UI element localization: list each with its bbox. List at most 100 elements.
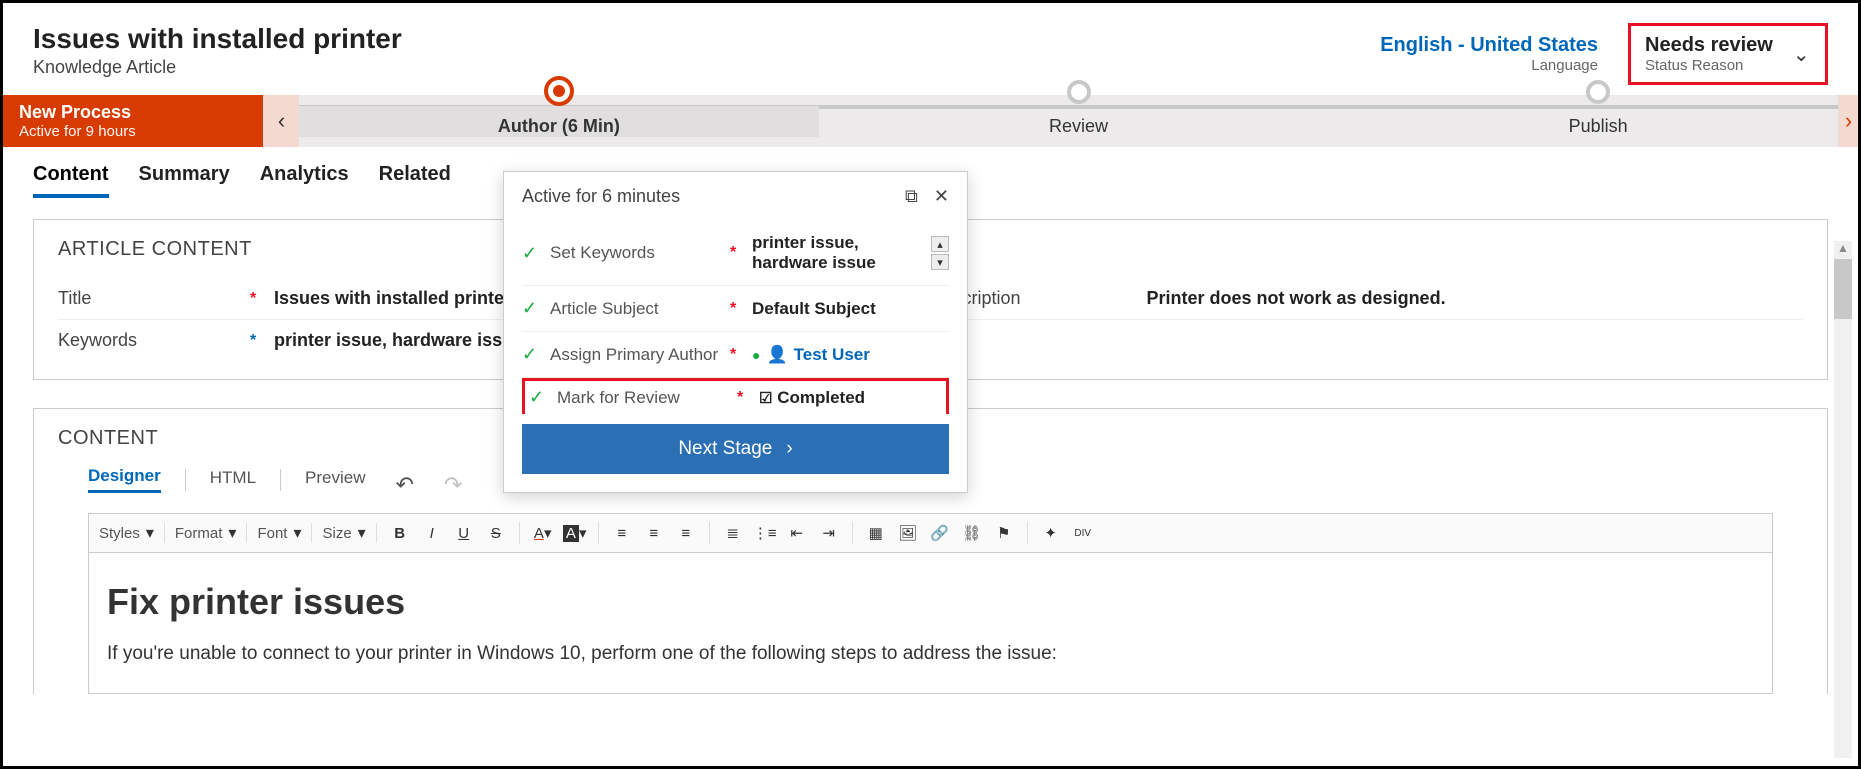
- page-header: Issues with installed printer Knowledge …: [3, 3, 1858, 95]
- editor-canvas[interactable]: Fix printer issues If you're unable to c…: [88, 553, 1773, 694]
- tab-related[interactable]: Related: [379, 163, 451, 198]
- scrollbar-thumb[interactable]: [1834, 259, 1852, 319]
- editor-tab-preview[interactable]: Preview: [305, 468, 365, 492]
- flyout-value-keywords[interactable]: printer issue, hardware issue: [752, 233, 921, 273]
- stage-author[interactable]: Author (6 Min): [299, 106, 819, 137]
- vertical-scrollbar[interactable]: ▲: [1834, 241, 1852, 758]
- embed-icon[interactable]: ✦: [1038, 520, 1064, 546]
- flyout-value-author[interactable]: ● 👤 Test User: [752, 345, 949, 365]
- process-scroll-right[interactable]: ›: [1838, 95, 1858, 147]
- flyout-label-subject: Article Subject: [550, 299, 720, 319]
- status-label: Status Reason: [1645, 57, 1773, 74]
- align-left-icon[interactable]: ≡: [609, 520, 635, 546]
- field-value-title[interactable]: Issues with installed printer: [274, 288, 511, 309]
- title-block: Issues with installed printer Knowledge …: [33, 23, 402, 78]
- flyout-value-subject[interactable]: Default Subject: [752, 299, 949, 319]
- bold-icon[interactable]: B: [387, 520, 413, 546]
- ordered-list-icon[interactable]: ≣: [720, 520, 746, 546]
- checkbox-checked-icon[interactable]: ☑: [759, 390, 772, 407]
- language-value: English - United States: [1380, 34, 1598, 57]
- flyout-value-mark-review[interactable]: ☑ Completed: [759, 388, 942, 408]
- scroll-up-icon[interactable]: ▲: [1837, 241, 1849, 255]
- process-scroll-left[interactable]: ‹: [263, 95, 299, 147]
- redo-icon[interactable]: ↷: [444, 472, 462, 498]
- language-label: Language: [1380, 57, 1598, 74]
- field-value-description[interactable]: Printer does not work as designed.: [1147, 288, 1446, 309]
- language-selector[interactable]: English - United States Language: [1380, 34, 1598, 74]
- editor-tab-html[interactable]: HTML: [210, 468, 256, 492]
- check-icon: ✓: [522, 243, 540, 264]
- toolbar-size-select[interactable]: Size▾: [322, 523, 376, 543]
- image-icon[interactable]: 🖼: [895, 520, 921, 546]
- stage-label-publish: Publish: [1569, 116, 1628, 137]
- status-value: Needs review: [1645, 34, 1773, 57]
- stage-publish[interactable]: Publish: [1338, 106, 1858, 137]
- user-link[interactable]: Test User: [794, 345, 870, 365]
- recommended-icon: *: [250, 332, 262, 350]
- flag-icon[interactable]: ⚑: [991, 520, 1017, 546]
- toolbar-format-select[interactable]: Format▾: [175, 523, 248, 543]
- chevron-down-icon: ⌄: [1793, 42, 1810, 67]
- rich-text-toolbar: Styles▾ Format▾ Font▾ Size▾ B I U S A▾ A…: [88, 513, 1773, 553]
- required-icon: *: [730, 346, 742, 364]
- stage-node-icon: [1067, 80, 1091, 104]
- field-value-keywords[interactable]: printer issue, hardware issue: [274, 330, 523, 351]
- stage-review[interactable]: Review: [819, 106, 1339, 137]
- editor-heading: Fix printer issues: [107, 581, 1754, 623]
- close-icon[interactable]: ✕: [934, 186, 949, 207]
- check-icon: ✓: [529, 387, 547, 408]
- align-right-icon[interactable]: ≡: [673, 520, 699, 546]
- italic-icon[interactable]: I: [419, 520, 445, 546]
- tab-analytics[interactable]: Analytics: [260, 163, 349, 198]
- editor-mode-tabs: Designer HTML Preview: [88, 466, 366, 493]
- strikethrough-icon[interactable]: S: [483, 520, 509, 546]
- process-name: New Process: [19, 102, 247, 123]
- editor-tab-designer[interactable]: Designer: [88, 466, 161, 493]
- required-icon: *: [250, 290, 262, 308]
- toolbar-font-select[interactable]: Font▾: [257, 523, 312, 543]
- value-scroll[interactable]: ▴▾: [931, 236, 949, 270]
- tab-summary[interactable]: Summary: [139, 163, 230, 198]
- undo-icon[interactable]: ↶: [396, 472, 414, 498]
- business-process-flow: New Process Active for 9 hours ‹ Author …: [3, 95, 1858, 147]
- stage-node-icon: [1586, 80, 1610, 104]
- flyout-label-author: Assign Primary Author: [550, 345, 720, 365]
- required-icon: *: [737, 389, 749, 407]
- status-reason-box[interactable]: Needs review Status Reason ⌄: [1628, 23, 1828, 85]
- background-color-icon[interactable]: A▾: [562, 520, 588, 546]
- required-icon: *: [730, 300, 742, 318]
- process-active-for: Active for 9 hours: [19, 123, 247, 140]
- indent-icon[interactable]: ⇥: [816, 520, 842, 546]
- stage-node-active-icon: [544, 76, 574, 106]
- underline-icon[interactable]: U: [451, 520, 477, 546]
- popout-icon[interactable]: ⧉: [905, 186, 918, 207]
- record-subtitle: Knowledge Article: [33, 57, 402, 78]
- stage-flyout: Active for 6 minutes ⧉ ✕ ✓ Set Keywords …: [503, 171, 968, 493]
- required-icon: *: [730, 244, 742, 262]
- tab-content[interactable]: Content: [33, 163, 109, 198]
- flyout-label-mark-review: Mark for Review: [557, 388, 727, 408]
- unlink-icon[interactable]: ⛓: [959, 520, 985, 546]
- font-color-icon[interactable]: A▾: [530, 520, 556, 546]
- link-icon[interactable]: 🔗: [927, 520, 953, 546]
- stage-track: Author (6 Min) Review Publish: [299, 95, 1858, 147]
- flyout-row-mark-for-review: ✓ Mark for Review * ☑ Completed: [522, 378, 949, 414]
- toolbar-styles-select[interactable]: Styles▾: [99, 523, 165, 543]
- chevron-right-icon: ›: [786, 438, 792, 460]
- field-label-keywords: Keywords: [58, 330, 238, 351]
- outdent-icon[interactable]: ⇤: [784, 520, 810, 546]
- field-label-title: Title: [58, 288, 238, 309]
- flyout-title: Active for 6 minutes: [522, 186, 680, 207]
- next-stage-button[interactable]: Next Stage ›: [522, 424, 949, 474]
- div-icon[interactable]: DIV: [1070, 520, 1096, 546]
- editor-paragraph: If you're unable to connect to your prin…: [107, 643, 1754, 665]
- unordered-list-icon[interactable]: ⋮≡: [752, 520, 778, 546]
- record-title: Issues with installed printer: [33, 23, 402, 55]
- person-icon: 👤: [766, 345, 787, 365]
- align-center-icon[interactable]: ≡: [641, 520, 667, 546]
- presence-available-icon: ●: [752, 347, 760, 363]
- table-icon[interactable]: ▦: [863, 520, 889, 546]
- check-icon: ✓: [522, 298, 540, 319]
- check-icon: ✓: [522, 344, 540, 365]
- process-name-block[interactable]: New Process Active for 9 hours: [3, 95, 263, 147]
